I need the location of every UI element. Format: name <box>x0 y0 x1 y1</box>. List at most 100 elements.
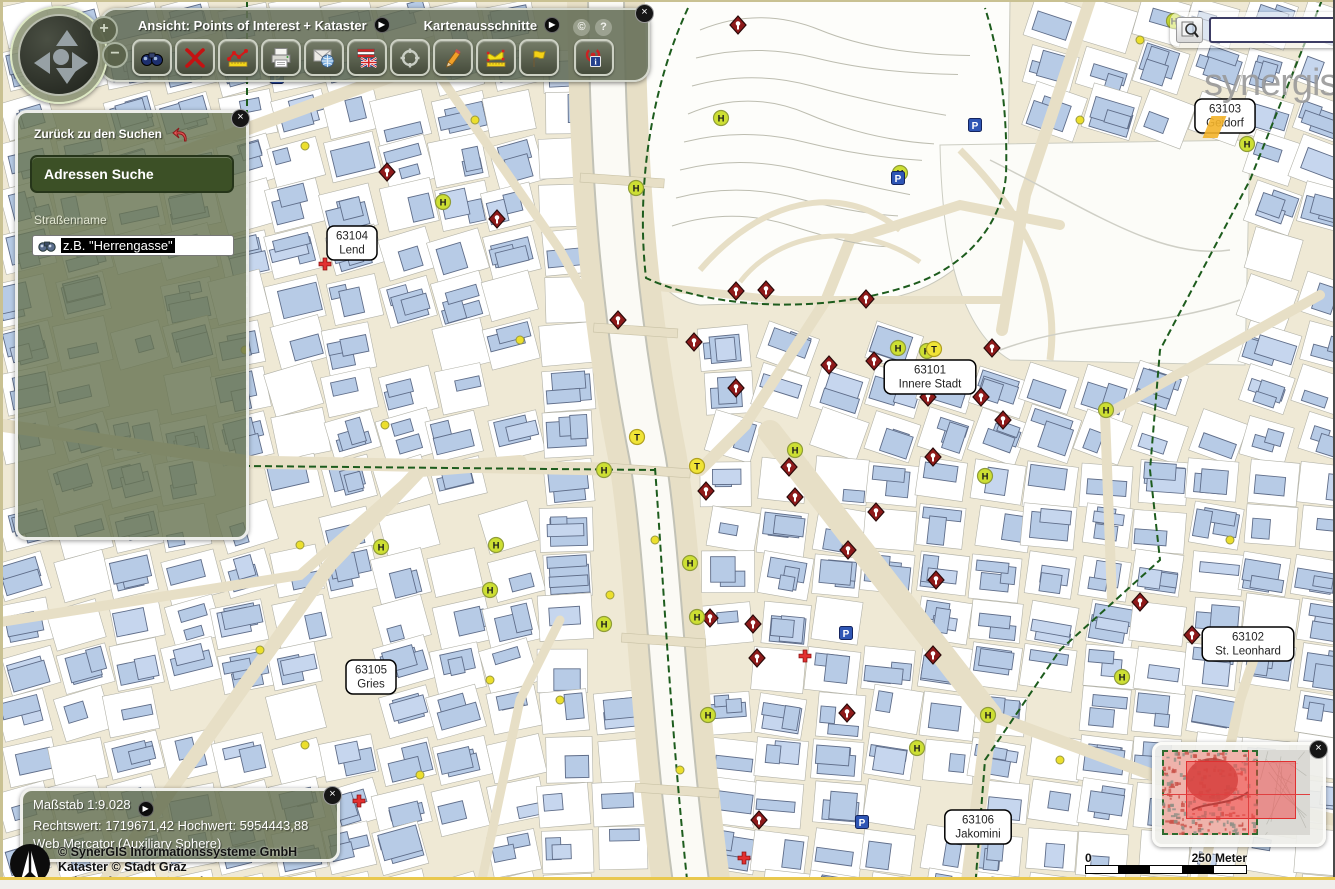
identify-tool-button[interactable]: i <box>574 39 614 76</box>
transit-stop-marker[interactable]: H <box>701 708 716 723</box>
print-tool-button[interactable] <box>261 39 301 76</box>
svg-text:Lend: Lend <box>339 245 365 257</box>
copyright-button[interactable]: © <box>573 19 590 36</box>
application-window: HHHHHHHHHHHHHHHHHHHHHHTTTPPPPP63101Inner… <box>0 0 1335 889</box>
transit-stop-marker[interactable]: H <box>1115 670 1130 685</box>
send-map-tool-button[interactable] <box>304 39 344 76</box>
transit-stop-marker[interactable]: H <box>1099 403 1114 418</box>
taxi-stand-marker[interactable]: T <box>630 430 645 445</box>
measure-distance-tool-button[interactable] <box>218 39 258 76</box>
address-search-panel: × Zurück zu den Suchen Adressen Suche St… <box>15 110 249 540</box>
overview-close-button[interactable]: × <box>1309 740 1328 759</box>
svg-text:P: P <box>859 818 866 829</box>
transit-stop-marker[interactable]: H <box>714 111 729 126</box>
svg-text:St. Leonhard: St. Leonhard <box>1215 646 1281 658</box>
measure-area-tool-icon <box>484 47 508 69</box>
transit-stop-marker[interactable]: H <box>483 583 498 598</box>
svg-text:T: T <box>634 433 640 444</box>
street-node-dot <box>296 541 304 549</box>
logo-accent-shape <box>1203 116 1227 138</box>
pan-compass[interactable]: + − <box>10 6 132 108</box>
parking-marker[interactable]: P <box>840 627 853 641</box>
transit-stop-marker[interactable]: H <box>489 538 504 553</box>
svg-text:Gries: Gries <box>357 679 385 691</box>
map-extents-expand-icon[interactable]: ▶ <box>544 17 560 33</box>
svg-text:P: P <box>843 629 850 640</box>
transit-stop-marker[interactable]: H <box>629 181 644 196</box>
back-to-searches-label: Zurück zu den Suchen <box>34 127 162 141</box>
flag-tool-icon <box>527 47 551 69</box>
search-panel-close-button[interactable]: × <box>231 109 250 128</box>
scale-bar-zero: 0 <box>1085 851 1092 865</box>
taxi-stand-marker[interactable]: T <box>690 459 705 474</box>
transit-stop-marker[interactable]: H <box>690 610 705 625</box>
svg-text:H: H <box>487 586 494 597</box>
svg-text:63101: 63101 <box>914 365 946 377</box>
clear-selection-tool-icon <box>183 47 207 69</box>
scale-expand-icon[interactable]: ▶ <box>138 801 154 817</box>
binoculars-icon <box>38 239 56 253</box>
svg-text:H: H <box>982 472 989 483</box>
center-map-tool-icon <box>398 47 422 69</box>
map-extents-selector[interactable]: Kartenausschnitte <box>424 18 537 33</box>
view-selector[interactable]: Ansicht: Points of Interest + Kataster <box>138 18 367 33</box>
transit-stop-marker[interactable]: H <box>436 195 451 210</box>
print-tool-icon <box>269 47 293 69</box>
svg-text:H: H <box>705 711 712 722</box>
street-name-input[interactable]: z.B. "Herrengasse" <box>32 235 234 256</box>
scale-bar-distance: 250 Meter <box>1192 851 1247 865</box>
language-tool-button[interactable] <box>347 39 387 76</box>
transit-stop-marker[interactable]: H <box>981 708 996 723</box>
clear-selection-tool-button[interactable] <box>175 39 215 76</box>
transit-stop-marker[interactable]: H <box>597 617 612 632</box>
window-frame <box>0 880 1335 889</box>
svg-text:P: P <box>972 121 979 132</box>
tool-button-row: i <box>132 39 614 76</box>
quick-search-input[interactable] <box>1209 17 1335 43</box>
transit-stop-marker[interactable]: H <box>597 463 612 478</box>
transit-stop-marker[interactable]: H <box>683 556 698 571</box>
center-map-tool-button[interactable] <box>390 39 430 76</box>
back-to-searches-link[interactable]: Zurück zu den Suchen <box>34 125 246 143</box>
svg-text:T: T <box>931 345 937 356</box>
pan-north-arrow-icon[interactable] <box>56 30 78 46</box>
transit-stop-marker[interactable]: H <box>891 341 906 356</box>
status-panel-close-button[interactable]: × <box>323 786 342 805</box>
measure-area-tool-button[interactable] <box>476 39 516 76</box>
svg-text:H: H <box>633 184 640 195</box>
search-tool-button[interactable] <box>132 39 172 76</box>
scale-readout: Maßstab 1:9.028 <box>33 797 131 812</box>
redline-tool-icon <box>441 47 465 69</box>
parking-marker[interactable]: P <box>856 816 869 830</box>
zoom-in-button[interactable]: + <box>90 16 118 44</box>
synergis-logo: synergis <box>1204 62 1335 148</box>
overview-crosshair-v <box>1248 750 1249 835</box>
zoom-out-button[interactable]: − <box>102 42 128 68</box>
svg-text:H: H <box>1119 673 1126 684</box>
parking-marker[interactable]: P <box>969 119 982 133</box>
transit-stop-marker[interactable]: H <box>788 443 803 458</box>
pan-west-arrow-icon[interactable] <box>34 52 50 74</box>
help-button[interactable]: ? <box>595 19 612 36</box>
compass-center-dot[interactable] <box>53 49 69 65</box>
overview-extent-rectangle[interactable] <box>1186 761 1296 819</box>
svg-text:H: H <box>718 114 725 125</box>
parking-marker[interactable]: P <box>892 172 905 186</box>
transit-stop-marker[interactable]: H <box>910 741 925 756</box>
transit-stop-marker[interactable]: H <box>374 540 389 555</box>
transit-stop-marker[interactable]: H <box>978 469 993 484</box>
redline-tool-button[interactable] <box>433 39 473 76</box>
copyright-line: Kataster © Stadt Graz <box>58 860 297 875</box>
quick-search-button[interactable] <box>1176 17 1203 43</box>
taxi-stand-marker[interactable]: T <box>927 342 942 357</box>
toolbar-close-button[interactable]: × <box>635 4 654 23</box>
svg-text:H: H <box>601 466 608 477</box>
svg-text:H: H <box>601 620 608 631</box>
pan-east-arrow-icon[interactable] <box>72 52 88 74</box>
window-frame <box>0 0 1335 2</box>
overview-map[interactable] <box>1162 750 1310 835</box>
back-arrow-icon <box>172 125 194 143</box>
flag-tool-button[interactable] <box>519 39 559 76</box>
view-selector-expand-icon[interactable]: ▶ <box>374 17 390 33</box>
street-node-dot <box>1226 536 1234 544</box>
